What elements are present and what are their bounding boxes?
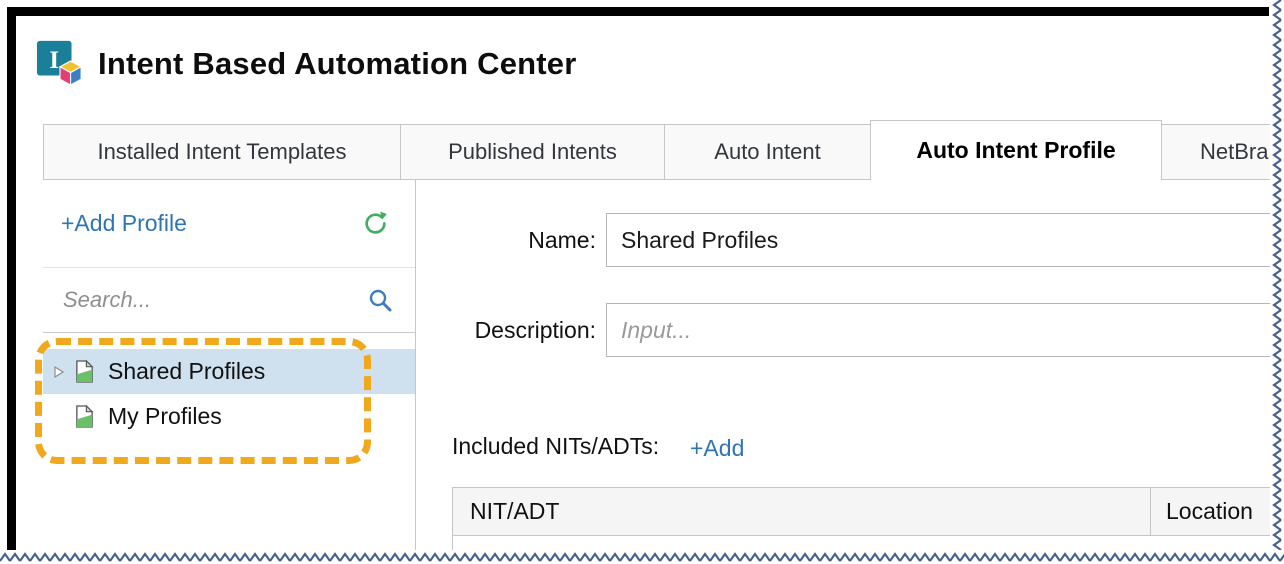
add-profile-button[interactable]: +Add Profile xyxy=(61,210,187,237)
sidebar-toolbar: +Add Profile xyxy=(43,180,415,268)
profile-tree: Shared Profiles My Profiles xyxy=(43,333,415,439)
tab-auto-intent-profile[interactable]: Auto Intent Profile xyxy=(870,120,1162,180)
frame-border-left xyxy=(7,7,16,552)
screenshot-window: I Intent Based Automation Center Install… xyxy=(0,0,1284,564)
included-nits-adts-label: Included NITs/ADTs: xyxy=(452,433,659,460)
description-label: Description: xyxy=(420,317,596,344)
svg-text:I: I xyxy=(49,47,59,74)
sidebar-search xyxy=(43,268,415,333)
add-nit-adt-button[interactable]: +Add xyxy=(690,435,744,462)
tree-item-label: My Profiles xyxy=(108,403,222,430)
torn-edge-bottom xyxy=(0,550,1284,564)
profile-file-icon xyxy=(74,405,95,428)
profile-file-icon xyxy=(74,360,95,383)
name-label: Name: xyxy=(420,227,596,254)
tree-item-shared-profiles[interactable]: Shared Profiles xyxy=(43,349,415,394)
name-input[interactable] xyxy=(606,213,1272,267)
description-input[interactable] xyxy=(606,303,1272,357)
tab-bar: Installed Intent Templates Published Int… xyxy=(43,124,1284,180)
tab-published-intents[interactable]: Published Intents xyxy=(400,124,665,180)
search-input[interactable] xyxy=(61,286,367,314)
profile-sidebar: +Add Profile S xyxy=(43,180,416,552)
netbrain-cube-logo: I xyxy=(36,38,84,86)
refresh-icon[interactable] xyxy=(362,210,389,237)
column-header-location: Location xyxy=(1151,488,1270,535)
frame-border-top xyxy=(7,7,1269,16)
tab-auto-intent[interactable]: Auto Intent xyxy=(664,124,871,180)
column-header-nit-adt: NIT/ADT xyxy=(453,488,1151,535)
search-icon[interactable] xyxy=(367,287,393,313)
page-title: Intent Based Automation Center xyxy=(98,46,577,82)
tree-item-label: Shared Profiles xyxy=(108,358,265,385)
tree-item-my-profiles[interactable]: My Profiles xyxy=(43,394,415,439)
expand-arrow-icon[interactable] xyxy=(53,366,65,378)
torn-edge-right xyxy=(1270,0,1284,564)
tab-installed-intent-templates[interactable]: Installed Intent Templates xyxy=(43,124,401,180)
tab-netbrain-truncated[interactable]: NetBra xyxy=(1161,124,1284,180)
table-header-row: NIT/ADT Location xyxy=(453,488,1270,536)
